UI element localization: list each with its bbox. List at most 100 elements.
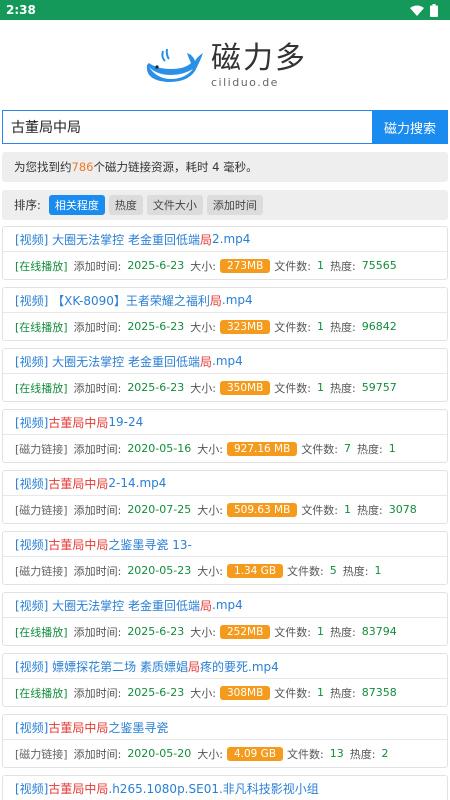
file-count: 1 bbox=[317, 320, 324, 333]
title-highlight: 古董局中局 bbox=[48, 537, 109, 552]
size-badge: 273MB bbox=[219, 258, 271, 273]
result-title[interactable]: [视频] 古董局中局 19-24 bbox=[3, 410, 447, 435]
result-date: 2025-6-23 bbox=[127, 320, 185, 333]
size-badge: 350MB bbox=[219, 380, 271, 395]
result-card: [视频] 古董局中局 之鉴墨寻瓷 [磁力链接] 添加时间: 2020-05-20 大小: 4… bbox=[2, 714, 448, 768]
result-card: [视频] 大圈无法掌控 老金重回低端局 .mp4 [在线播放] 添加时间: 2025-… bbox=[2, 592, 448, 646]
result-date: 2025-6-23 bbox=[127, 686, 185, 699]
result-meta: [在线播放] 添加时间: 2025-6-23 大小: 273MB 文件数: 1 热度: 7556… bbox=[15, 258, 397, 274]
result-tag[interactable]: [在线播放] bbox=[15, 685, 68, 701]
title-highlight: 古董局中局 bbox=[48, 415, 109, 430]
result-meta: [磁力链接] 添加时间: 2020-05-23 大小: 1.34 GB 文件数: 5 热度: 1 bbox=[15, 563, 382, 579]
result-title[interactable]: [视频] 古董局中局 之鉴墨寻瓷 bbox=[3, 715, 447, 740]
result-title[interactable]: [视频] 古董局中局 2-14.mp4 bbox=[3, 471, 447, 496]
title-highlight: 古董局中局 bbox=[48, 781, 109, 796]
file-count: 1 bbox=[317, 625, 324, 638]
result-tag[interactable]: [磁力链接] bbox=[15, 746, 68, 762]
result-date: 2020-05-23 bbox=[127, 564, 192, 577]
summary-prefix: 为您找到约 bbox=[14, 160, 72, 174]
search-input[interactable] bbox=[2, 110, 372, 144]
status-icons bbox=[410, 3, 438, 17]
file-count: 1 bbox=[317, 381, 324, 394]
result-title[interactable]: [视频] 大圈无法掌控 老金重回低端局 .mp4 bbox=[3, 593, 447, 618]
result-tag[interactable]: [磁力链接] bbox=[15, 563, 68, 579]
result-tag[interactable]: [在线播放] bbox=[15, 319, 68, 335]
status-time: 2:38 bbox=[6, 3, 36, 17]
size-badge: 509.63 MB bbox=[226, 502, 298, 517]
sort-size[interactable]: 文件大小 bbox=[146, 195, 203, 215]
result-title[interactable]: [视频] 古董局中局 .h265.1080p.SE01.非凡科技影视小组 bbox=[3, 776, 447, 800]
battery-icon bbox=[430, 3, 438, 17]
wifi-icon bbox=[410, 5, 424, 16]
title-highlight: 古董局中局 bbox=[48, 720, 109, 735]
result-title[interactable]: [视频] 【XK-8090】王者荣耀之福利局 .mp4 bbox=[3, 288, 447, 313]
result-title[interactable]: [视频] 大圈无法掌控 老金重回低端局 .mp4 bbox=[3, 349, 447, 374]
result-meta: [在线播放] 添加时间: 2025-6-23 大小: 252MB 文件数: 1 热度: 8379… bbox=[15, 624, 397, 640]
result-card: [视频] 嫖嫖探花第二场 素质嫖娼局 疼的要死.mp4 [在线播放] 添加时间: 2… bbox=[2, 653, 448, 707]
summary-suffix: 个磁力链接资源，耗时 4 毫秒。 bbox=[93, 160, 258, 174]
result-meta: [在线播放] 添加时间: 2025-6-23 大小: 350MB 文件数: 1 热度: 5975… bbox=[15, 380, 397, 396]
search-button[interactable]: 磁力搜索 bbox=[372, 110, 448, 144]
result-card: [视频] 古董局中局 2-14.mp4 [磁力链接] 添加时间: 2020-07-25 大… bbox=[2, 470, 448, 524]
site-logo[interactable]: 磁力多 ciliduo.de bbox=[143, 40, 307, 89]
result-card: [视频] 古董局中局 .h265.1080p.SE01.非凡科技影视小组 bbox=[2, 775, 448, 800]
result-summary: 为您找到约 786 个磁力链接资源，耗时 4 毫秒。 bbox=[2, 152, 448, 182]
title-highlight: 局 bbox=[200, 232, 213, 247]
result-meta: [在线播放] 添加时间: 2025-6-23 大小: 323MB 文件数: 1 热度: 9684… bbox=[15, 319, 397, 335]
heat-value: 3078 bbox=[388, 503, 417, 516]
size-badge: 1.34 GB bbox=[226, 563, 284, 578]
heat-value: 1 bbox=[374, 564, 382, 577]
size-badge: 323MB bbox=[219, 319, 271, 334]
sort-label: 排序: bbox=[14, 198, 41, 212]
result-date: 2025-6-23 bbox=[127, 259, 185, 272]
result-card: [视频] 大圈无法掌控 老金重回低端局 .mp4 [在线播放] 添加时间: 2025-… bbox=[2, 348, 448, 402]
result-meta: [在线播放] 添加时间: 2025-6-23 大小: 308MB 文件数: 1 热度: 8735… bbox=[15, 685, 397, 701]
result-card: [视频] 古董局中局 19-24 [磁力链接] 添加时间: 2020-05-16 大小: 9… bbox=[2, 409, 448, 463]
size-badge: 252MB bbox=[219, 624, 271, 639]
title-highlight: 局 bbox=[200, 354, 213, 369]
result-meta: [磁力链接] 添加时间: 2020-05-16 大小: 927.16 MB 文件数: 7 热度… bbox=[15, 441, 396, 457]
result-date: 2020-05-20 bbox=[127, 747, 192, 760]
file-count: 1 bbox=[317, 686, 324, 699]
result-card: [视频] 古董局中局 之鉴墨寻瓷 13- [磁力链接] 添加时间: 2020-05-23… bbox=[2, 531, 448, 585]
title-highlight: 局 bbox=[209, 293, 222, 308]
result-date: 2020-05-16 bbox=[127, 442, 192, 455]
size-badge: 308MB bbox=[219, 685, 271, 700]
heat-value: 75565 bbox=[361, 259, 397, 272]
result-tag[interactable]: [在线播放] bbox=[15, 258, 68, 274]
heat-value: 96842 bbox=[361, 320, 397, 333]
file-count: 5 bbox=[329, 564, 337, 577]
result-title[interactable]: [视频] 古董局中局 之鉴墨寻瓷 13- bbox=[3, 532, 447, 557]
result-tag[interactable]: [磁力链接] bbox=[15, 441, 68, 457]
heat-value: 2 bbox=[381, 747, 389, 760]
title-highlight: 局 bbox=[200, 598, 213, 613]
sort-bar: 排序: 相关程度 热度 文件大小 添加时间 bbox=[2, 190, 448, 220]
result-date: 2025-6-23 bbox=[127, 381, 185, 394]
file-count: 1 bbox=[317, 259, 324, 272]
result-tag[interactable]: [磁力链接] bbox=[15, 502, 68, 518]
file-count: 7 bbox=[344, 442, 352, 455]
logo-title: 磁力多 bbox=[211, 40, 307, 76]
result-title[interactable]: [视频] 嫖嫖探花第二场 素质嫖娼局 疼的要死.mp4 bbox=[3, 654, 447, 679]
result-title[interactable]: [视频] 大圈无法掌控 老金重回低端局 2.mp4 bbox=[3, 227, 447, 252]
file-count: 1 bbox=[344, 503, 352, 516]
logo-domain: ciliduo.de bbox=[211, 75, 279, 89]
result-meta: [磁力链接] 添加时间: 2020-07-25 大小: 509.63 MB 文件数: 1 热度… bbox=[15, 502, 417, 518]
sort-added-time[interactable]: 添加时间 bbox=[206, 195, 263, 215]
result-card: [视频] 大圈无法掌控 老金重回低端局 2.mp4 [在线播放] 添加时间: 2025… bbox=[2, 226, 448, 280]
size-badge: 4.09 GB bbox=[226, 746, 284, 761]
whale-logo-icon bbox=[146, 48, 203, 82]
result-card: [视频] 【XK-8090】王者荣耀之福利局 .mp4 [在线播放] 添加时间: 20… bbox=[2, 287, 448, 341]
heat-value: 87358 bbox=[361, 686, 397, 699]
result-tag[interactable]: [在线播放] bbox=[15, 380, 68, 396]
result-tag[interactable]: [在线播放] bbox=[15, 624, 68, 640]
file-count: 13 bbox=[329, 747, 344, 760]
search-row: 磁力搜索 bbox=[2, 110, 448, 144]
result-count: 786 bbox=[71, 160, 94, 174]
sort-relevance[interactable]: 相关程度 bbox=[48, 195, 105, 215]
sort-heat[interactable]: 热度 bbox=[108, 195, 143, 215]
results-list: [视频] 大圈无法掌控 老金重回低端局 2.mp4 [在线播放] 添加时间: 2025… bbox=[2, 226, 448, 800]
heat-value: 1 bbox=[388, 442, 396, 455]
status-bar: 2:38 bbox=[0, 0, 450, 20]
logo-area: 磁力多 ciliduo.de bbox=[0, 20, 450, 110]
